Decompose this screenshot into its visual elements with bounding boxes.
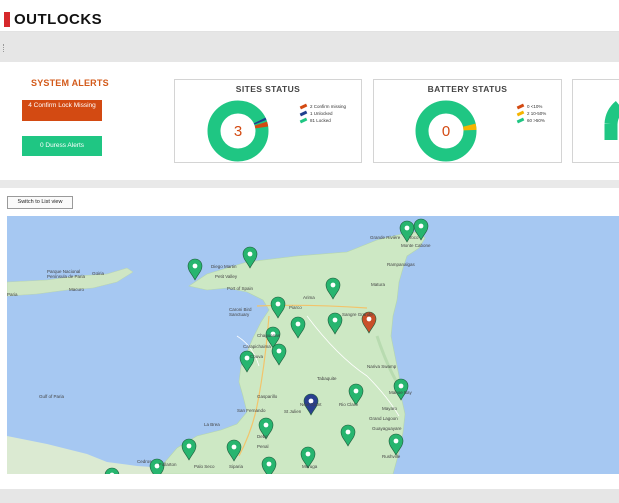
place-label: Moruga [302,464,318,469]
place-label: Fullarton [159,462,177,467]
place-label: Gasparillo [257,394,278,399]
place-label: Nariva Swamp [367,364,397,369]
place-label: La Brea [204,422,220,427]
footer-bar [0,489,619,503]
place-label: Chaguanas [257,333,281,338]
place-label: Rushville [382,454,401,459]
sites-status-legend: 2 Confirm missing 1 Unlocked 81 Locked [299,103,346,124]
legend-item: 81 Locked [299,117,346,124]
drag-handle-icon[interactable] [3,44,6,52]
app-logo: OUTLOCKS [14,11,103,28]
place-label: Arima [303,295,315,300]
place-label: Tabaquite [317,376,337,381]
legend-item: 1 Unlocked [299,110,346,117]
place-label: Cedros [137,459,152,464]
place-label: Mayaro [382,406,398,411]
place-label: Grand Lagoon [369,416,398,421]
legend-swatch-icon [516,103,525,110]
legend-swatch-icon [516,117,525,124]
place-label: Diego Martin [211,264,237,269]
place-label: San Fernando [237,408,266,413]
toolbar [0,32,619,62]
legend-swatch-icon [516,110,525,117]
place-label: Sangre Grande [342,312,373,317]
place-label: Macuro [69,287,85,292]
place-label: Caroni Bird Sanctuary [229,307,252,317]
switch-to-list-button[interactable]: Switch to List view [7,196,73,209]
place-label: Guayaguayare [372,426,402,431]
place-label: Mahoe Bay [389,390,412,395]
place-label: Güiria [92,271,105,276]
legend-item: 0 <10% [516,103,546,110]
place-label: Monte Cabone [401,243,431,248]
place-label: Petit Valley [215,274,238,279]
map-view[interactable]: Grande Rivière Toco Monte Cabone Rampana… [7,216,619,474]
place-label: Debe [257,434,268,439]
confirm-lock-missing-button[interactable]: 4 Confirm Lock Missing [22,100,102,121]
place-label: Port of Spain [227,286,254,291]
place-label: Grande Rivière [370,235,401,240]
place-label: Carapichaima [243,344,271,349]
map-canvas [7,218,429,474]
duress-alerts-button[interactable]: 0 Duress Alerts [22,136,102,156]
place-label: Parque Nacional Península de Paria [47,269,86,279]
third-status-card[interactable] [572,79,619,163]
battery-status-legend: 0 <10% 2 10-50% 60 >50% [516,103,546,124]
battery-status-count: 0 [442,123,450,140]
legend-item: 60 >50% [516,117,546,124]
legend-item: 2 10-50% [516,110,546,117]
place-label: St Julien [284,409,302,414]
battery-status-card[interactable]: BATTERY STATUS 0 0 <10% 2 10-50% 60 >50% [373,79,562,163]
place-label: Gulf of Paria [39,394,65,399]
sites-status-count: 3 [234,123,242,140]
place-label: Toco [409,235,419,240]
place-label: Couva [250,354,264,359]
place-label: Paria [7,292,18,297]
legend-item: 2 Confirm missing [299,103,346,110]
place-label: Piarco [289,305,302,310]
site-marker-icon[interactable] [187,258,203,281]
place-label: Rio Claro [339,402,358,407]
top-header: OUTLOCKS [0,0,619,32]
sites-status-card[interactable]: SITES STATUS 3 2 Confirm missing 1 Unloc… [174,79,362,163]
legend-swatch-icon [299,103,308,110]
system-alerts-title: SYSTEM ALERTS [31,78,109,88]
place-label: Matura [371,282,386,287]
place-label: New Grant [300,402,322,407]
place-label: Rampanalgas [387,262,415,267]
legend-swatch-icon [299,117,308,124]
place-label: Palo Seco [194,464,215,469]
dashboard-divider [0,180,619,188]
logo-mark [4,12,10,27]
legend-swatch-icon [299,110,308,117]
place-label: Penal [257,444,269,449]
place-label: Siparia [229,464,244,469]
third-status-donut [604,101,619,140]
